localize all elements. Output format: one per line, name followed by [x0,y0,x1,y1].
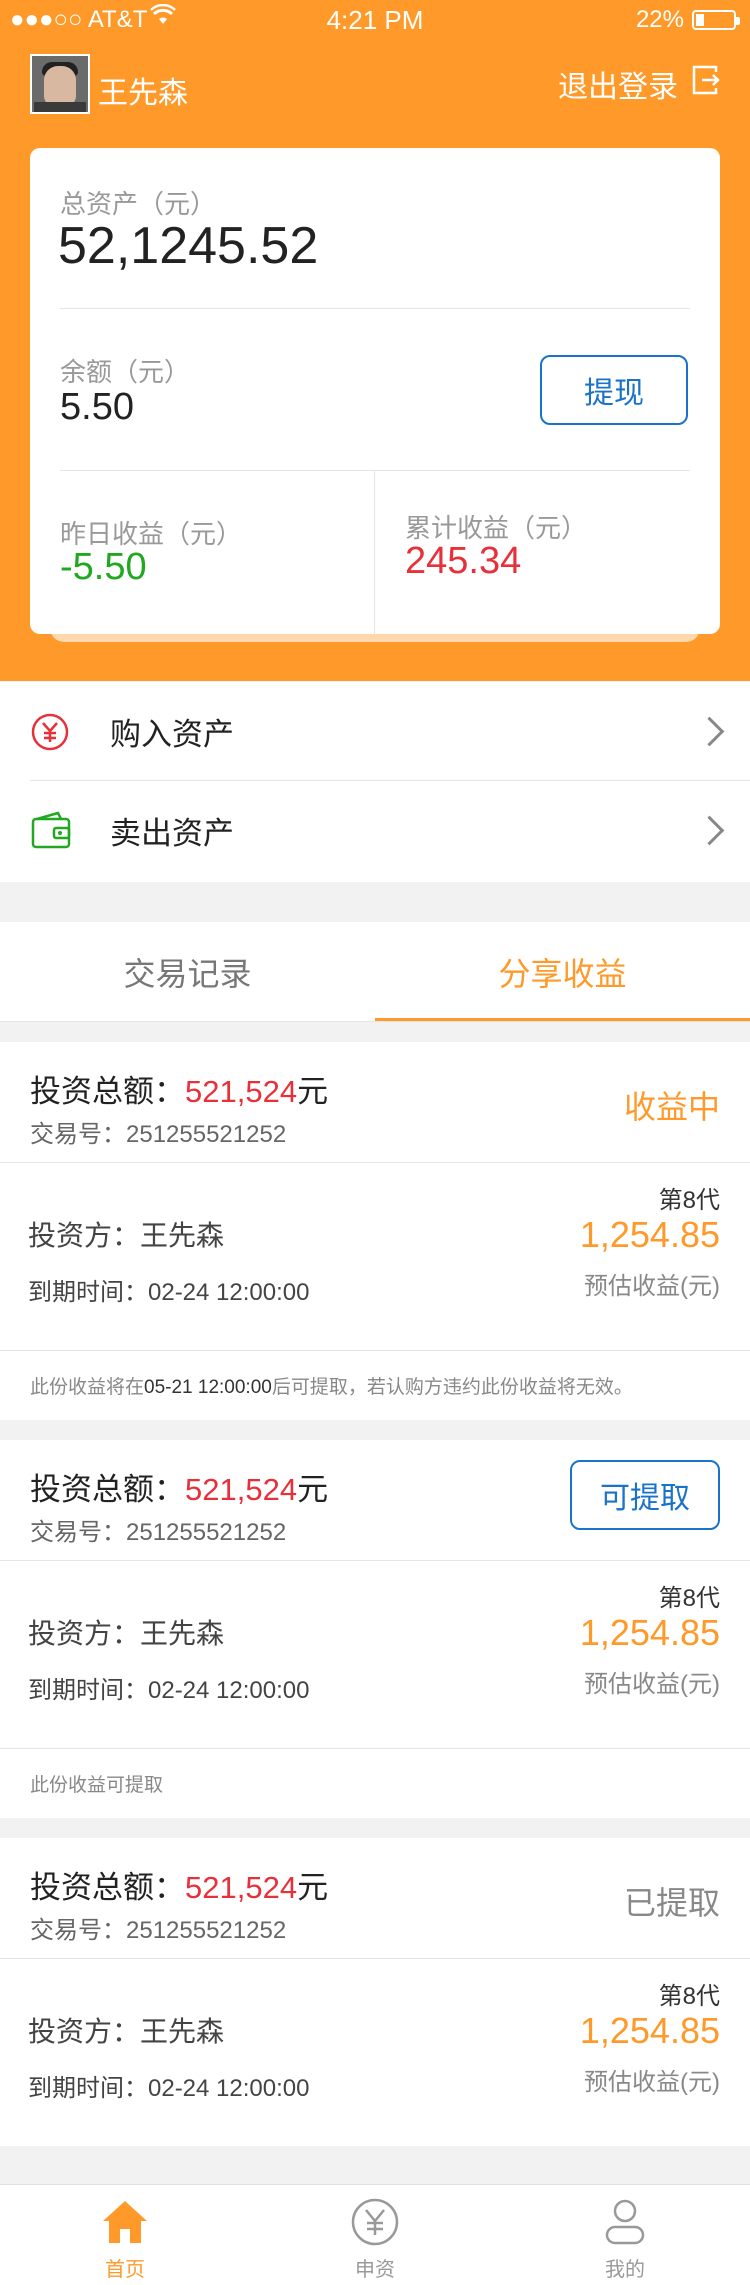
generation: 第8代 [658,1187,720,1214]
status-label: 收益中 [623,1089,720,1125]
nav-home-label: 首页 [105,2259,145,2281]
sell-label: 卖出资产 [110,815,234,851]
bottom-nav: 首页 申资 我的 [0,2184,750,2285]
logout-icon [690,64,720,104]
investor: 投资方：王先森 [28,1618,225,1649]
total-assets-value: 52,1245.52 [58,217,319,275]
yesterday-profit-value: -5.50 [60,546,147,588]
avatar[interactable] [30,54,90,114]
tab-bar: 交易记录 分享收益 [0,922,750,1022]
status-label: 已提取 [623,1885,720,1921]
estimated-profit: 1,254.85 [579,1214,720,1255]
buy-label: 购入资产 [110,716,234,752]
due-time: 到期时间：02-24 12:00:00 [28,1677,310,1704]
transaction-number: 交易号：251255521252 [30,1917,287,1944]
due-time: 到期时间：02-24 12:00:00 [28,2075,310,2102]
wallet-icon [30,811,72,856]
divider [0,1021,750,1022]
investment-total: 投资总额：521,524元 [30,1074,329,1109]
user-icon [600,2197,650,2247]
divider [60,470,690,471]
logout-button[interactable]: 退出登录 [558,62,720,106]
tab-records[interactable]: 交易记录 [0,922,375,1022]
balance-value: 5.50 [60,386,134,428]
nav-invest[interactable]: 申资 [250,2185,500,2285]
due-time: 到期时间：02-24 12:00:00 [28,1279,310,1306]
cumulative-profit-value: 245.34 [405,540,522,582]
withdraw-button[interactable]: 提现 [540,355,688,425]
nav-mine-label: 我的 [605,2259,645,2281]
logout-label: 退出登录 [558,71,678,104]
record-card: 投资总额：521,524元 交易号：251255521252 可提取 投资方：王… [0,1440,750,1818]
battery-icon [692,10,740,30]
estimated-profit-label: 预估收益(元) [584,1273,720,1300]
investment-total: 投资总额：521,524元 [30,1472,329,1507]
yuan-icon [350,2197,400,2247]
transaction-number: 交易号：251255521252 [30,1519,287,1546]
vertical-divider [374,470,375,634]
transaction-number: 交易号：251255521252 [30,1121,287,1148]
balance-label: 余额（元） [60,357,191,387]
investment-total: 投资总额：521,524元 [30,1870,329,1905]
investor: 投资方：王先森 [28,2016,225,2047]
asset-menu: 购入资产 卖出资产 [0,682,750,882]
home-icon [100,2197,150,2247]
battery-percent: 22% [635,6,684,33]
chevron-right-icon [694,815,725,845]
estimated-profit: 1,254.85 [579,1612,720,1653]
yuan-icon [30,712,70,757]
nav-home[interactable]: 首页 [0,2185,250,2285]
investor: 投资方：王先森 [28,1220,225,1251]
generation: 第8代 [658,1585,720,1612]
estimated-profit-label: 预估收益(元) [584,2069,720,2096]
record-card: 投资总额：521,524元 交易号：251255521252 收益中 投资方：王… [0,1042,750,1420]
nav-invest-label: 申资 [355,2259,395,2281]
status-bar: ●●●○○ AT&T 4:21 PM 22% [0,0,750,40]
menu-item-sell[interactable]: 卖出资产 [0,781,750,879]
estimated-profit-label: 预估收益(元) [584,1671,720,1698]
menu-item-buy[interactable]: 购入资产 [0,682,750,780]
chevron-right-icon [694,716,725,746]
record-card: 投资总额：521,524元 交易号：251255521252 已提取 投资方：王… [0,1838,750,2146]
record-note: 此份收益可提取 [30,1775,164,1796]
generation: 第8代 [658,1983,720,2010]
tab-share-profit[interactable]: 分享收益 [375,922,750,1022]
divider [60,308,690,309]
user-name: 王先森 [98,77,188,110]
estimated-profit: 1,254.85 [579,2010,720,2051]
record-note: 此份收益将在05-21 12:00:00后可提取，若认购方违约此份收益将无效。 [30,1377,633,1398]
nav-mine[interactable]: 我的 [500,2185,750,2285]
claim-button[interactable]: 可提取 [570,1460,720,1530]
